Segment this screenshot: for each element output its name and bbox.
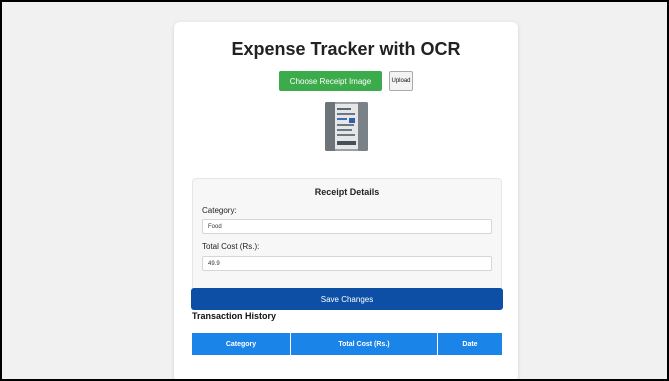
receipt-details-panel: Receipt Details Category: Food Total Cos… [192,178,502,293]
total-cost-label: Total Cost (Rs.): [202,242,260,251]
category-field[interactable]: Food [202,219,492,234]
column-header-date[interactable]: Date [438,333,502,355]
column-header-total-cost[interactable]: Total Cost (Rs.) [291,333,438,355]
upload-button[interactable]: Upload [389,71,413,91]
receipt-details-title: Receipt Details [314,187,380,197]
choose-receipt-button[interactable]: Choose Receipt Image [279,71,382,91]
column-header-category[interactable]: Category [192,333,291,355]
expense-card: Expense Tracker with OCR Choose Receipt … [174,22,518,379]
receipt-image-icon [325,102,368,151]
browser-viewport: Expense Tracker with OCR Choose Receipt … [2,2,667,379]
receipt-image-thumbnail [325,102,368,151]
page-title: Expense Tracker with OCR [231,39,461,59]
category-label: Category: [202,206,237,215]
save-changes-button[interactable]: Save Changes [191,288,503,310]
total-cost-field[interactable]: 49.9 [202,256,492,271]
transaction-history-title: Transaction History [192,311,277,321]
transaction-history-table: Category Total Cost (Rs.) Date [192,333,502,355]
